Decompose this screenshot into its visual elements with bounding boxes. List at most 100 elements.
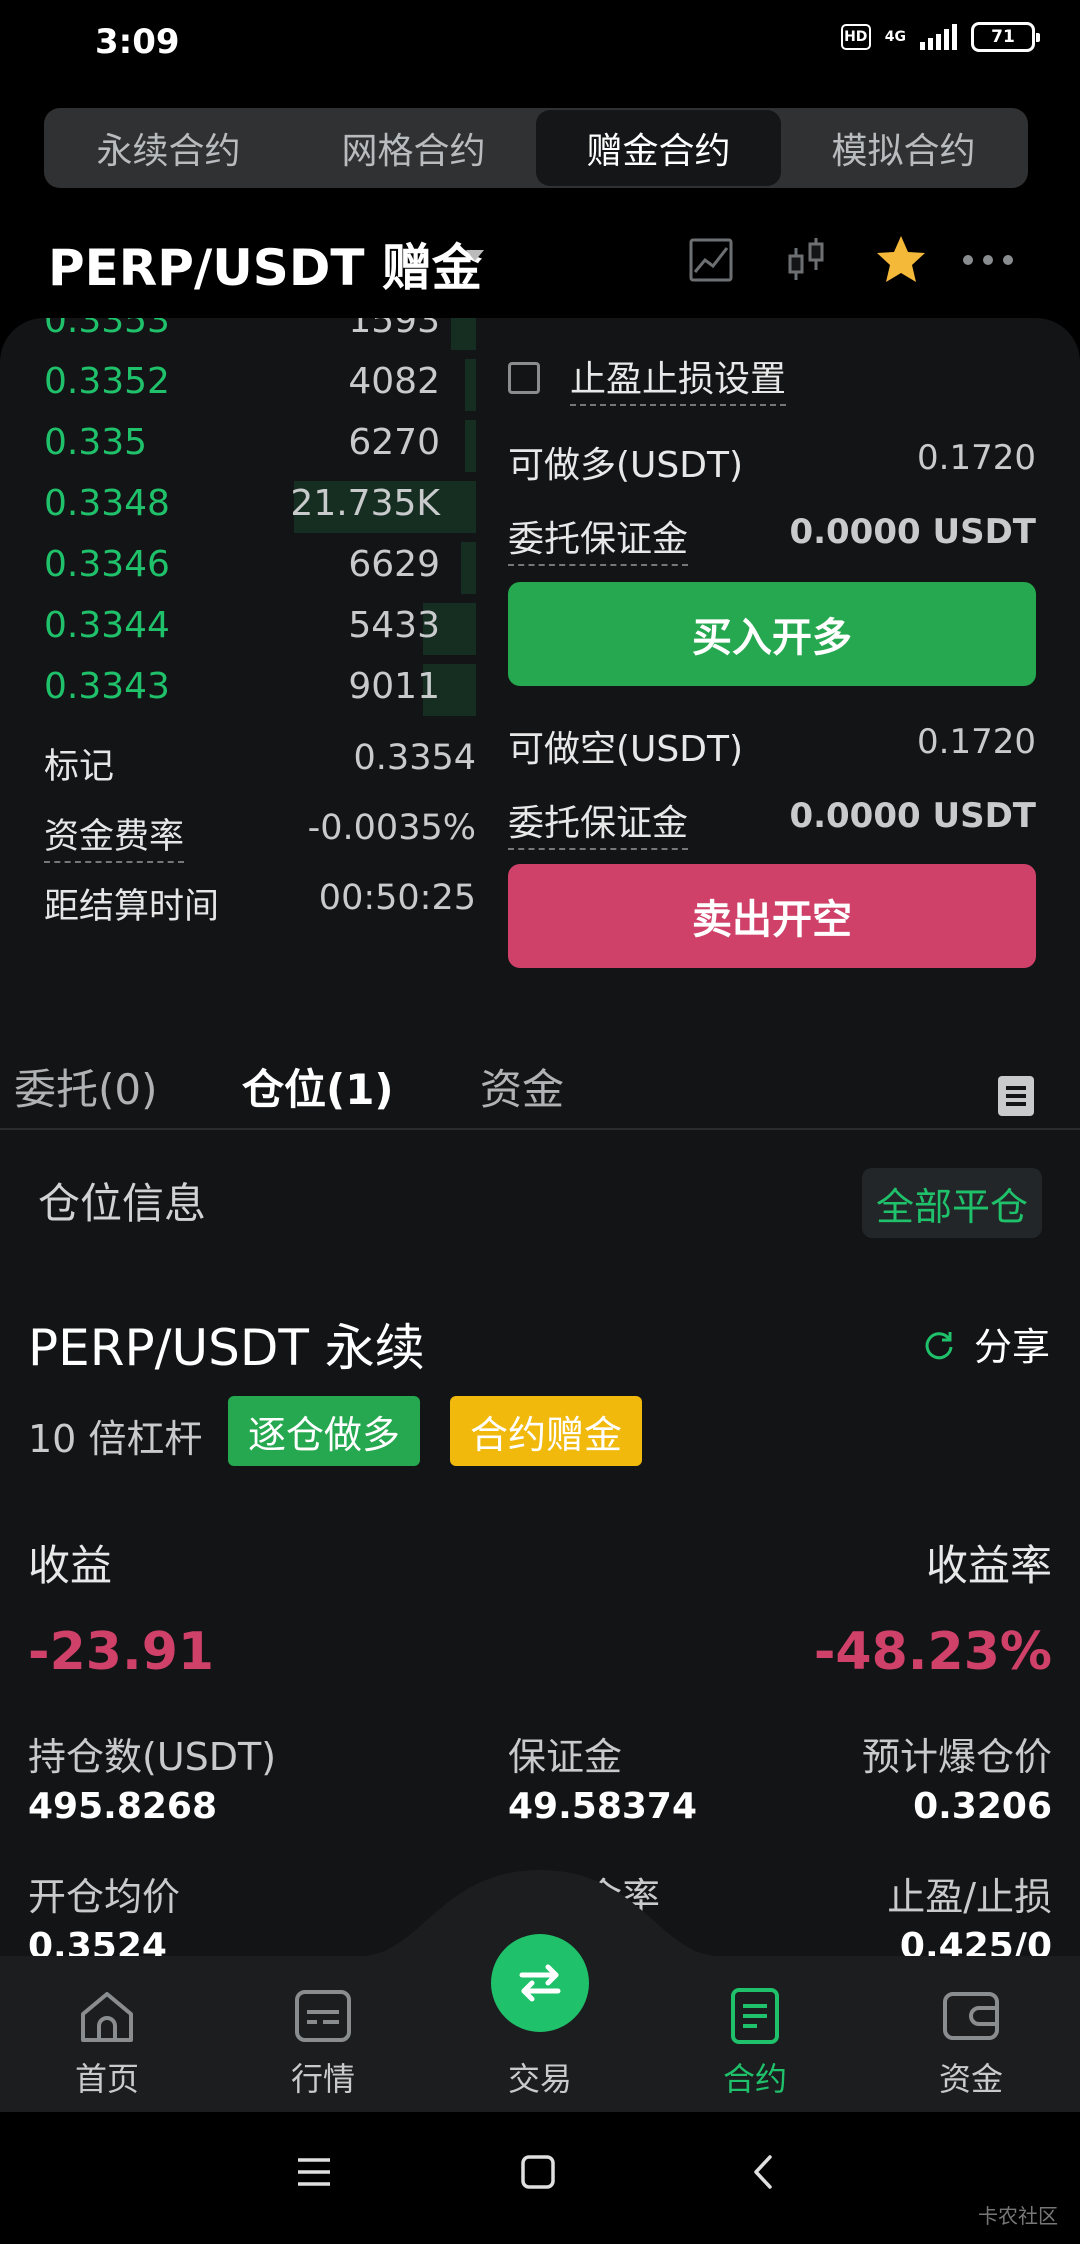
pnl-value: -23.91 (28, 1622, 215, 1682)
tp-sl-toggle[interactable]: 止盈止损设置 (508, 348, 787, 408)
depth-bar (465, 359, 476, 411)
roe-label: 收益率 (925, 1541, 1052, 1590)
bid-quantity: 4082 (348, 361, 440, 402)
order-book-row[interactable]: 0.3352 4082 (44, 355, 476, 415)
tab-demo[interactable]: 模拟合约 (781, 110, 1026, 186)
bid-price: 0.3348 (44, 483, 170, 524)
leverage-label: 10 倍杠杆 (28, 1417, 203, 1461)
divider (0, 1128, 1080, 1130)
symbol-selector[interactable]: PERP/USDT 赠金 (48, 228, 482, 300)
buy-long-button[interactable]: 买入开多 (508, 582, 1036, 686)
more-icon[interactable] (958, 230, 1018, 290)
funding-rate-label[interactable]: 资金费率 (44, 808, 185, 863)
share-button[interactable]: 分享 (922, 1316, 1050, 1371)
mark-price-label: 标记 (44, 747, 115, 787)
bid-quantity: 1593 (348, 318, 440, 341)
isolated-long-tag: 逐仓做多 (228, 1396, 421, 1466)
roe-value: -48.23% (813, 1622, 1052, 1682)
bid-quantity: 5433 (348, 605, 440, 646)
short-margin-value: 0.0000 USDT (789, 796, 1036, 836)
order-book-row[interactable]: 0.3348 21.735K (44, 477, 476, 537)
funding-rate-value: -0.0035% (307, 808, 476, 848)
order-book-row[interactable]: 0.3346 6629 (44, 538, 476, 598)
depth-bar (451, 318, 476, 350)
nav-market[interactable]: 行情 (248, 1986, 398, 2100)
bid-price: 0.335 (44, 422, 148, 463)
system-nav-bar (0, 2112, 1080, 2244)
settlement-row: 距结算时间 00:50:25 (44, 870, 476, 930)
nav-home-label: 首页 (74, 2060, 139, 2098)
nav-trade-label: 交易 (507, 2060, 572, 2098)
long-available-value: 0.1720 (917, 438, 1036, 478)
nav-contract-label: 合约 (722, 2060, 787, 2098)
caret-down-icon[interactable] (466, 250, 484, 261)
position-symbol[interactable]: PERP/USDT 永续 (28, 1308, 425, 1380)
bid-price: 0.3343 (44, 666, 170, 707)
position-info-title: 仓位信息 (38, 1179, 207, 1228)
battery-level: 71 (991, 27, 1015, 47)
settlement-countdown: 00:50:25 (318, 878, 476, 918)
contract-icon (723, 1986, 787, 2046)
nav-funds[interactable]: 资金 (896, 1986, 1046, 2100)
sell-short-button[interactable]: 卖出开空 (508, 864, 1036, 968)
order-book-row[interactable]: 0.3353 1593 (44, 318, 476, 354)
refresh-icon (925, 1331, 953, 1359)
short-available-label: 可做空(USDT) (508, 729, 744, 770)
candlestick-icon[interactable] (776, 230, 836, 290)
status-icons: HD 4G 71 (840, 22, 1040, 52)
bonus-tag: 合约赠金 (450, 1396, 643, 1466)
contract-type-tabs: 永续合约 网格合约 赠金合约 模拟合约 (44, 108, 1028, 188)
order-book-row[interactable]: 0.335 6270 (44, 416, 476, 476)
bid-quantity: 21.735K (290, 483, 440, 524)
bid-price: 0.3346 (44, 544, 170, 585)
margin-value: 49.58374 (508, 1786, 698, 1827)
home-square-icon[interactable] (520, 2154, 556, 2190)
document-icon[interactable] (998, 1076, 1034, 1116)
long-available-row: 可做多(USDT) 0.1720 (508, 430, 1036, 490)
tp-sl-checkbox[interactable] (508, 362, 540, 394)
home-icon (75, 1986, 139, 2046)
position-size-label: 持仓数(USDT) (28, 1735, 277, 1779)
nav-funds-label: 资金 (938, 2060, 1003, 2098)
nav-contract[interactable]: 合约 (680, 1986, 830, 2100)
menu-icon[interactable] (296, 2154, 332, 2190)
watermark: 卡农社区 (978, 2204, 1058, 2228)
order-book-row[interactable]: 0.3343 9011 (44, 660, 476, 720)
long-margin-value: 0.0000 USDT (789, 512, 1036, 552)
funding-rate-row: 资金费率 -0.0035% (44, 800, 476, 863)
battery-icon: 71 (971, 22, 1040, 52)
back-icon[interactable] (746, 2154, 782, 2190)
tab-orders[interactable]: 委托(0) (14, 1056, 158, 1117)
short-margin-row: 委托保证金 0.0000 USDT (508, 788, 1036, 850)
liquidation-label: 预计爆仓价 (861, 1735, 1052, 1779)
position-tabs: 委托(0) 仓位(1) 资金 (0, 1038, 1080, 1128)
tab-perpetual[interactable]: 永续合约 (46, 110, 291, 186)
line-chart-icon[interactable] (681, 230, 741, 290)
swap-icon[interactable] (491, 1934, 589, 2032)
position-size-value: 495.8268 (28, 1786, 218, 1827)
bid-quantity: 6629 (348, 544, 440, 585)
settlement-label: 距结算时间 (44, 887, 220, 927)
nav-home[interactable]: 首页 (32, 1986, 182, 2100)
star-icon[interactable] (871, 230, 931, 290)
short-margin-label[interactable]: 委托保证金 (508, 794, 689, 850)
depth-bar (461, 542, 476, 594)
status-bar: 3:09 HD 4G 71 (0, 0, 1080, 90)
order-book-row[interactable]: 0.3344 5433 (44, 599, 476, 659)
tab-bonus[interactable]: 赠金合约 (536, 110, 781, 186)
bid-price: 0.3352 (44, 361, 170, 402)
margin-label: 保证金 (508, 1735, 623, 1779)
mark-price-value: 0.3354 (353, 738, 476, 778)
wallet-icon (939, 1986, 1003, 2046)
tab-positions[interactable]: 仓位(1) (242, 1056, 394, 1117)
bid-quantity: 6270 (348, 422, 440, 463)
tab-grid[interactable]: 网格合约 (291, 110, 536, 186)
tp-sl-label[interactable]: 止盈止损设置 (570, 350, 787, 406)
short-available-value: 0.1720 (917, 722, 1036, 762)
tab-funds[interactable]: 资金 (480, 1056, 564, 1117)
mark-price-row: 标记 0.3354 (44, 730, 476, 790)
long-margin-label[interactable]: 委托保证金 (508, 510, 689, 566)
symbol-header: PERP/USDT 赠金 (0, 220, 1080, 300)
close-all-button[interactable]: 全部平仓 (862, 1168, 1042, 1238)
pnl-label: 收益 (28, 1541, 113, 1590)
